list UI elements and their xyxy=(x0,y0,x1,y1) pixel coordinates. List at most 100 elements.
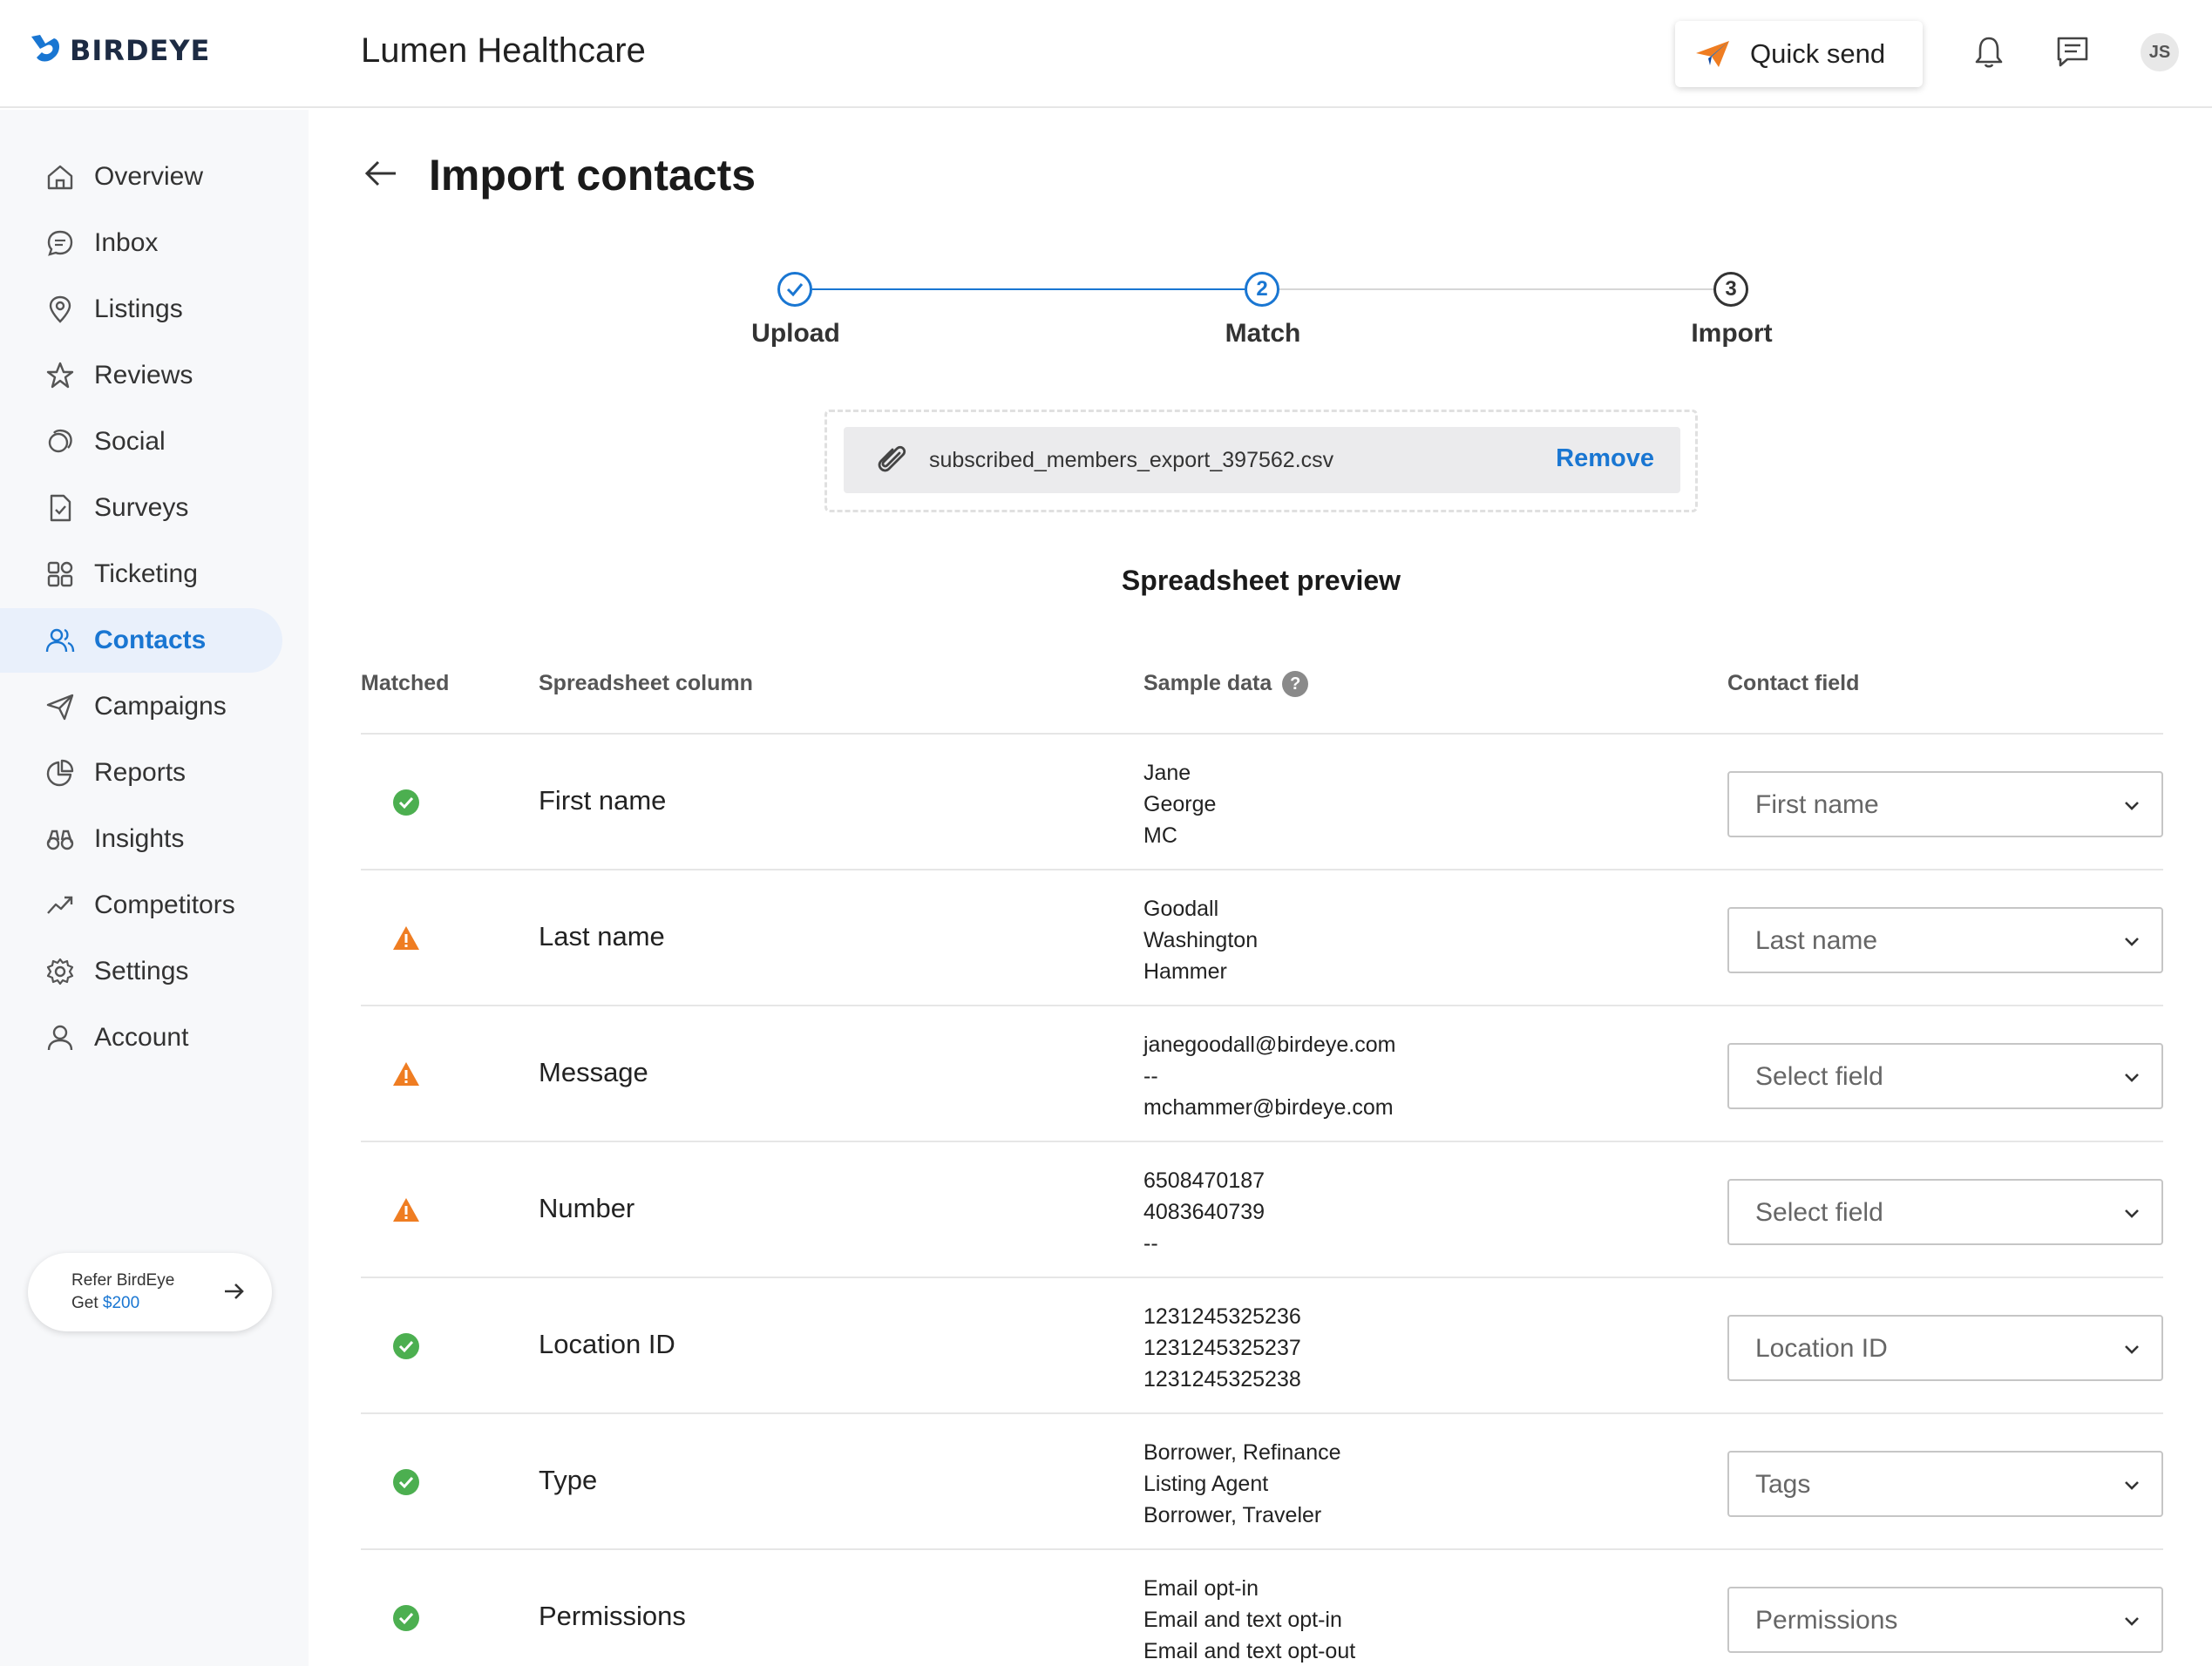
binoculars-icon xyxy=(45,824,75,854)
sidebar-item-settings[interactable]: Settings xyxy=(28,939,282,1004)
refer-text: Refer BirdEye Get $200 xyxy=(71,1270,174,1315)
sidebar-item-campaigns[interactable]: Campaigns xyxy=(28,674,282,739)
contact-field-value: Select field xyxy=(1755,1198,1883,1227)
sidebar-item-label: Ticketing xyxy=(94,559,198,588)
sample-value: Email and text opt-out xyxy=(1143,1639,1356,1663)
sidebar: Overview Inbox Listings Reviews Social Survey… xyxy=(0,110,309,1666)
social-icon xyxy=(45,427,75,457)
sidebar-item-label: Campaigns xyxy=(94,692,227,721)
warning-triangle-icon xyxy=(392,1196,420,1224)
refer-prefix: Get xyxy=(71,1294,103,1312)
quick-send-label: Quick send xyxy=(1750,38,1886,69)
sample-value: Email opt-in xyxy=(1143,1576,1259,1601)
star-icon xyxy=(45,361,75,390)
sample-value: Goodall xyxy=(1143,897,1219,921)
chevron-down-icon xyxy=(2121,1475,2142,1500)
check-circle-icon xyxy=(392,1468,420,1496)
sample-value: Listing Agent xyxy=(1143,1472,1269,1496)
sidebar-item-social[interactable]: Social xyxy=(28,410,282,474)
sample-value: Jane xyxy=(1143,761,1191,785)
check-circle-icon xyxy=(392,1332,420,1360)
sidebar-item-label: Reviews xyxy=(94,361,193,389)
sidebar-item-label: Overview xyxy=(94,162,204,191)
spreadsheet-column-name: Message xyxy=(539,1057,648,1087)
notifications-bell-icon[interactable] xyxy=(1970,33,2008,71)
contact-field-select[interactable]: Permissions xyxy=(1727,1587,2163,1653)
stepper-line-pending xyxy=(1279,288,1713,290)
birdeye-logo[interactable]: BIRDEYE xyxy=(28,31,210,70)
sidebar-item-label: Reports xyxy=(94,758,187,787)
messages-icon[interactable] xyxy=(2053,33,2092,71)
contact-field-select[interactable]: First name xyxy=(1727,771,2163,837)
sample-value: Washington xyxy=(1143,928,1259,952)
sample-data: janegoodall@birdeye.com -- mchammer@birdey… xyxy=(1143,1029,1395,1123)
contact-field-value: Permissions xyxy=(1755,1606,1898,1635)
business-name[interactable]: Lumen Healthcare xyxy=(361,31,646,71)
sample-data: 1231245325236 1231245325237 1231245325238 xyxy=(1143,1301,1301,1395)
spreadsheet-column-name: First name xyxy=(539,785,667,816)
location-pin-icon xyxy=(45,295,75,324)
survey-icon xyxy=(45,493,75,523)
top-bar: BIRDEYE Lumen Healthcare Quick send JS xyxy=(0,0,2212,108)
contact-field-select[interactable]: Select field xyxy=(1727,1179,2163,1245)
sidebar-item-label: Social xyxy=(94,427,166,456)
table-row: Permissions Email opt-in Email and text op… xyxy=(361,1548,2163,1666)
sample-data: 6508470187 4083640739 -- xyxy=(1143,1165,1265,1259)
warning-triangle-icon xyxy=(392,1060,420,1088)
sidebar-item-account[interactable]: Account xyxy=(28,1006,282,1070)
quick-send-button[interactable]: Quick send xyxy=(1675,21,1923,87)
sample-value: Borrower, Traveler xyxy=(1143,1503,1322,1527)
user-icon xyxy=(45,1023,75,1053)
refer-line2: Get $200 xyxy=(71,1292,174,1315)
gear-icon xyxy=(45,957,75,986)
chevron-down-icon xyxy=(2121,1203,2142,1229)
sidebar-item-listings[interactable]: Listings xyxy=(28,277,282,342)
chevron-down-icon xyxy=(2121,1611,2142,1636)
sample-data: Email opt-in Email and text opt-in Email a… xyxy=(1143,1573,1355,1666)
contact-field-select[interactable]: Select field xyxy=(1727,1043,2163,1109)
sidebar-item-insights[interactable]: Insights xyxy=(28,807,282,871)
sample-value: 1231245325236 xyxy=(1143,1304,1301,1329)
table-row: First name Jane George MC First name xyxy=(361,733,2163,869)
sidebar-item-ticketing[interactable]: Ticketing xyxy=(28,542,282,606)
sample-value: George xyxy=(1143,792,1217,816)
sidebar-item-competitors[interactable]: Competitors xyxy=(28,873,282,938)
sidebar-item-inbox[interactable]: Inbox xyxy=(28,211,282,275)
contacts-icon xyxy=(45,626,75,655)
remove-file-button[interactable]: Remove xyxy=(1556,444,1654,473)
sidebar-item-contacts[interactable]: Contacts xyxy=(0,608,282,673)
paper-plane-icon xyxy=(1696,41,1729,67)
table-row: Message janegoodall@birdeye.com -- mchammer… xyxy=(361,1005,2163,1141)
refer-amount: $200 xyxy=(102,1294,140,1312)
sample-value: MC xyxy=(1143,823,1177,848)
pie-chart-icon xyxy=(45,758,75,788)
step-2-circle: 2 xyxy=(1245,272,1279,307)
table-row: Last name Goodall Washington Hammer Last nam… xyxy=(361,869,2163,1005)
sidebar-item-label: Contacts xyxy=(94,626,207,654)
contact-field-select[interactable]: Tags xyxy=(1727,1451,2163,1517)
contact-field-select[interactable]: Last name xyxy=(1727,907,2163,973)
contact-field-value: Last name xyxy=(1755,926,1878,955)
sidebar-item-label: Competitors xyxy=(94,891,235,919)
step-label-import: Import xyxy=(1691,319,1773,348)
refer-birdeye-card[interactable]: Refer BirdEye Get $200 xyxy=(28,1253,272,1331)
chat-icon xyxy=(45,228,75,258)
sidebar-item-overview[interactable]: Overview xyxy=(28,145,282,209)
step-label-match: Match xyxy=(1225,319,1301,348)
contact-field-value: First name xyxy=(1755,790,1879,819)
spreadsheet-preview-title: Spreadsheet preview xyxy=(1121,565,1401,596)
grid-icon xyxy=(45,559,75,589)
back-arrow-icon[interactable] xyxy=(361,153,401,193)
contact-field-select[interactable]: Location ID xyxy=(1727,1315,2163,1381)
sample-value: Email and text opt-in xyxy=(1143,1608,1342,1632)
sidebar-item-label: Surveys xyxy=(94,493,189,522)
spreadsheet-column-name: Permissions xyxy=(539,1601,686,1631)
sidebar-item-reports[interactable]: Reports xyxy=(28,741,282,805)
spreadsheet-column-name: Last name xyxy=(539,921,665,952)
sidebar-item-surveys[interactable]: Surveys xyxy=(28,476,282,540)
sample-value: -- xyxy=(1143,1231,1158,1256)
help-icon[interactable]: ? xyxy=(1282,671,1309,698)
user-avatar[interactable]: JS xyxy=(2141,33,2179,71)
header-matched: Matched xyxy=(361,671,450,695)
sidebar-item-reviews[interactable]: Reviews xyxy=(28,343,282,408)
